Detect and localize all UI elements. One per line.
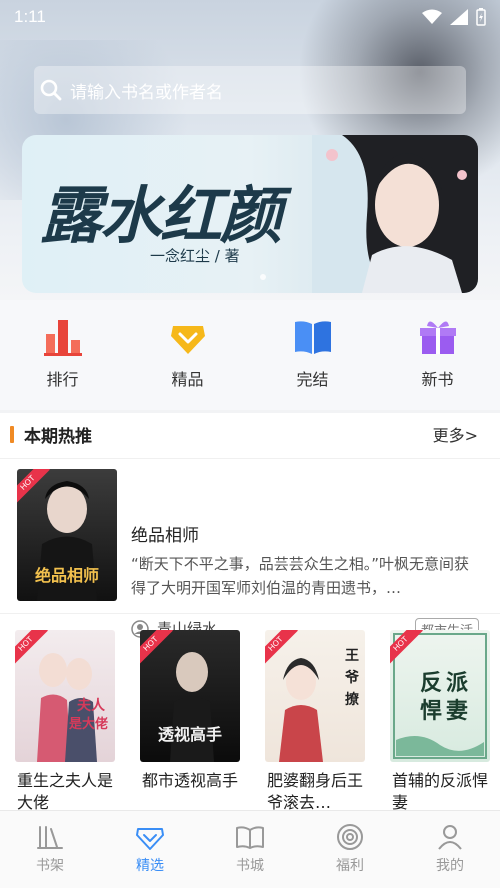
nav-featured[interactable]: 精选 bbox=[100, 811, 200, 888]
profile-icon bbox=[438, 825, 462, 850]
svg-text:夫人: 夫人 bbox=[77, 697, 106, 714]
svg-text:悍: 悍 bbox=[420, 699, 442, 724]
search-placeholder: 请输入书名或作者名 bbox=[70, 82, 223, 103]
book-cover: 反派悍妻 HOT bbox=[390, 630, 490, 762]
status-time: 1:11 bbox=[14, 7, 46, 26]
carousel-indicator bbox=[260, 274, 266, 280]
banner-carousel[interactable]: 露水红颜 一念红尘 / 著 bbox=[22, 135, 478, 293]
svg-text:爷: 爷 bbox=[345, 669, 360, 686]
featured-book[interactable]: 绝品相师 HOT 绝品相师 “断天下不平之事，品芸芸众生之相。”叶枫无意间获得了… bbox=[0, 458, 500, 641]
book-card[interactable]: 反派悍妻 HOT 首辅的反派悍妻 bbox=[375, 622, 500, 812]
bottom-nav: 书架 精选 书城 福利 我的 bbox=[0, 810, 500, 888]
book-cover: 透视高手 HOT bbox=[140, 630, 240, 762]
book-cover: 王爷撩 HOT bbox=[265, 630, 365, 762]
wifi-icon bbox=[422, 9, 442, 24]
book-card[interactable]: 夫人 是大佬 HOT 重生之夫人是大佬 bbox=[0, 622, 125, 812]
search-icon bbox=[40, 79, 62, 101]
svg-text:透视高手: 透视高手 bbox=[158, 725, 222, 744]
book-card[interactable]: 王爷撩 HOT 肥婆翻身后王爷滚去… bbox=[250, 622, 375, 812]
new-book-gift-icon bbox=[419, 321, 456, 354]
featured-title: 绝品相师 bbox=[131, 526, 199, 546]
open-book-icon bbox=[236, 826, 264, 849]
svg-text:绝品相师: 绝品相师 bbox=[35, 566, 99, 585]
search-input[interactable]: 请输入书名或作者名 bbox=[34, 66, 466, 114]
book-title: 首辅的反派悍妻 bbox=[392, 771, 489, 812]
category-ranking[interactable]: 排行 bbox=[0, 300, 125, 410]
section-title: 本期热推 bbox=[10, 422, 92, 447]
coin-icon bbox=[337, 824, 363, 850]
svg-text:撩: 撩 bbox=[345, 691, 360, 708]
signal-icon bbox=[450, 9, 468, 25]
book-title: 重生之夫人是大佬 bbox=[17, 771, 114, 812]
svg-text:妻: 妻 bbox=[446, 698, 468, 724]
more-link[interactable]: 更多> bbox=[433, 422, 478, 446]
category-row: 排行 精品 完结 新书 bbox=[0, 300, 500, 410]
banner-title: 露水红颜 bbox=[40, 179, 282, 252]
nav-bookstore[interactable]: 书城 bbox=[200, 811, 300, 888]
battery-icon bbox=[476, 8, 486, 26]
svg-text:是大佬: 是大佬 bbox=[68, 716, 108, 732]
nav-welfare[interactable]: 福利 bbox=[300, 811, 400, 888]
book-cover: 绝品相师 HOT bbox=[17, 469, 117, 601]
svg-text:反: 反 bbox=[420, 671, 442, 696]
book-title: 肥婆翻身后王爷滚去… bbox=[267, 771, 364, 812]
bookshelf-icon bbox=[37, 826, 63, 849]
hot-recommend-section: 本期热推 更多> 绝品相师 HOT 绝品相师 “断天下不平之事，品芸芸众生之相。… bbox=[0, 413, 500, 812]
svg-text:王: 王 bbox=[345, 648, 359, 664]
finished-book-icon bbox=[294, 321, 331, 354]
book-title: 都市透视高手 bbox=[142, 771, 239, 790]
nav-profile[interactable]: 我的 bbox=[400, 811, 500, 888]
ranking-icon bbox=[43, 320, 82, 356]
featured-description: “断天下不平之事，品芸芸众生之相。”叶枫无意间获得了大明开国军师刘伯温的青田遗书… bbox=[131, 555, 470, 597]
banner-author: 一念红尘 / 著 bbox=[150, 247, 240, 265]
nav-bookshelf[interactable]: 书架 bbox=[0, 811, 100, 888]
svg-text:派: 派 bbox=[446, 671, 468, 696]
status-bar: 1:11 bbox=[0, 0, 500, 34]
diamond-icon bbox=[136, 828, 164, 850]
category-premium[interactable]: 精品 bbox=[125, 300, 250, 410]
book-grid: 夫人 是大佬 HOT 重生之夫人是大佬 透视高手 HOT 都市透视高手 王爷撩 H… bbox=[0, 613, 500, 812]
premium-icon bbox=[170, 326, 205, 354]
category-new[interactable]: 新书 bbox=[375, 300, 500, 410]
book-card[interactable]: 透视高手 HOT 都市透视高手 bbox=[125, 622, 250, 812]
category-finished[interactable]: 完结 bbox=[250, 300, 375, 410]
book-cover: 夫人 是大佬 HOT bbox=[15, 630, 115, 762]
banner-illustration bbox=[312, 135, 478, 293]
